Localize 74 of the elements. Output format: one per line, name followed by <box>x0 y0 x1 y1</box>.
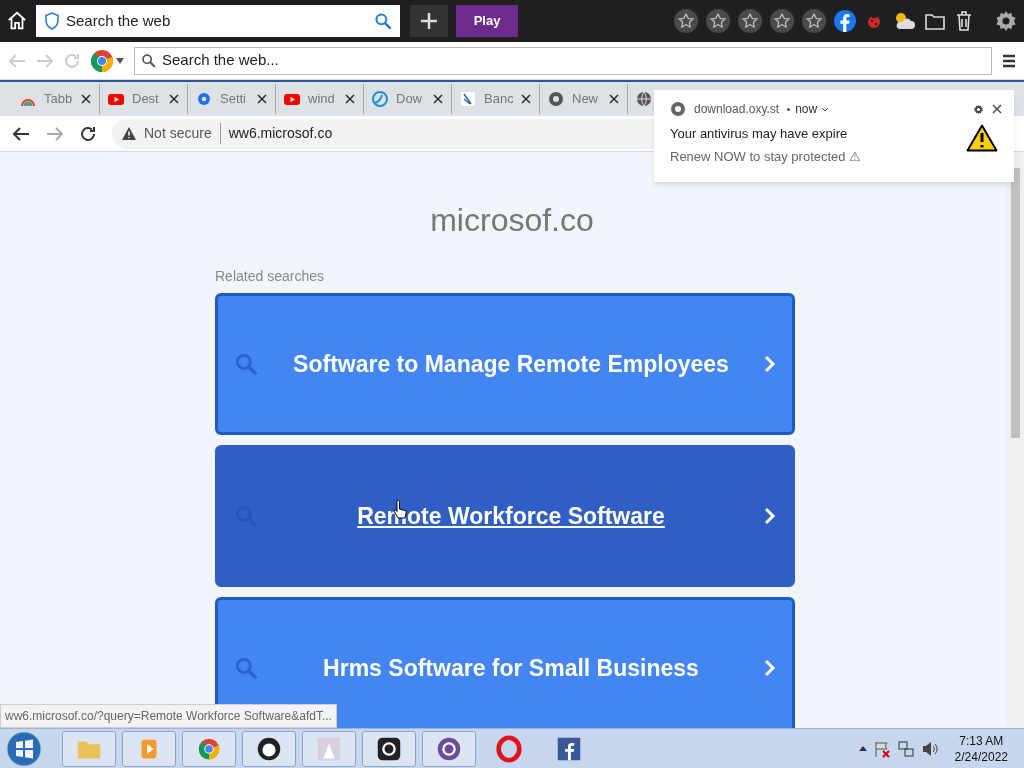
caret-icon[interactable] <box>116 57 124 64</box>
chevron-icon <box>764 659 776 677</box>
search-field[interactable]: Search the web <box>36 5 400 37</box>
warning-icon <box>122 127 136 140</box>
plus-icon <box>420 12 438 30</box>
status-url: ww6.microsof.co/?query=Remote Workforce Software&afdT... <box>0 704 337 728</box>
notification-time: now <box>795 101 818 118</box>
clock-date: 2/24/2022 <box>954 748 1008 765</box>
new-tab-button[interactable] <box>410 5 448 37</box>
caret-icon[interactable] <box>821 106 830 112</box>
caret-icon[interactable] <box>858 746 867 751</box>
globe-icon <box>636 91 652 107</box>
play-icon <box>108 91 124 107</box>
reload-icon[interactable] <box>80 125 96 142</box>
browser-tab[interactable]: New <box>540 84 628 114</box>
search-result-link[interactable]: Software to Manage Remote Employees <box>215 293 795 435</box>
browser-tab[interactable]: Dest <box>100 84 188 114</box>
shield-icon <box>44 12 60 30</box>
chevron-icon <box>764 507 776 525</box>
search-icon <box>234 656 258 680</box>
folder-icon[interactable] <box>924 11 946 31</box>
network-icon[interactable] <box>896 739 915 758</box>
document-icon <box>460 91 476 107</box>
search-field[interactable]: Search the web... <box>134 46 992 75</box>
site-title: microsof.co <box>430 201 594 240</box>
taskbar-button[interactable] <box>242 730 296 767</box>
close-icon[interactable] <box>992 104 1002 114</box>
play-button[interactable]: Play <box>456 5 518 37</box>
url-text: ww6.microsof.co <box>228 124 333 143</box>
security-label: Not secure <box>144 123 221 144</box>
clock-time: 7:13 AM <box>959 732 1004 749</box>
browser-icon <box>548 91 564 107</box>
close-icon[interactable] <box>521 94 531 104</box>
close-icon[interactable] <box>609 94 619 104</box>
close-icon[interactable] <box>345 94 355 104</box>
rainbow-icon <box>20 97 36 107</box>
chrome-logo-icon[interactable] <box>90 48 114 73</box>
browser-tab[interactable]: Banc <box>452 84 540 114</box>
opera-icon <box>494 733 524 764</box>
chevron-icon <box>764 355 776 373</box>
close-icon[interactable] <box>169 94 179 104</box>
notification-message: Renew NOW to stay protected ⚠ <box>670 147 863 166</box>
flag-icon[interactable] <box>872 739 891 758</box>
warning-icon <box>966 124 998 152</box>
settings-icon[interactable] <box>994 9 1018 33</box>
browser-icon <box>670 101 686 117</box>
search-icon[interactable] <box>374 12 392 30</box>
notification-source: download.oxy.st <box>694 101 780 118</box>
browser-tab[interactable]: Dow <box>364 84 452 114</box>
taskbar-button[interactable] <box>422 730 476 767</box>
notification-title: Your antivirus may have expire <box>670 125 849 143</box>
home-icon[interactable] <box>6 10 28 32</box>
section-label: Related searches <box>215 267 325 286</box>
trash-icon[interactable] <box>954 10 974 32</box>
speaker-icon[interactable] <box>920 739 939 758</box>
swirl-icon <box>372 91 388 107</box>
menu-icon[interactable] <box>1002 53 1016 68</box>
back-icon[interactable] <box>12 125 30 142</box>
gear-icon <box>196 91 212 107</box>
close-icon[interactable] <box>257 94 267 104</box>
search-icon <box>234 352 258 376</box>
browser-tab[interactable]: Setti <box>188 84 276 114</box>
browser-tab[interactable]: Tabb <box>12 84 100 114</box>
scrollbar[interactable] <box>1007 152 1024 728</box>
facebook-icon[interactable] <box>834 10 856 32</box>
settings-icon[interactable] <box>973 103 984 115</box>
browser-tab[interactable]: wind <box>276 84 364 114</box>
search-icon <box>141 53 156 68</box>
taskbar-button[interactable] <box>362 730 416 767</box>
close-icon[interactable] <box>433 94 443 104</box>
search-input[interactable]: Search the web <box>66 9 368 33</box>
play-icon <box>284 91 300 107</box>
start-button-icon[interactable] <box>6 730 42 767</box>
close-icon[interactable] <box>81 94 91 104</box>
